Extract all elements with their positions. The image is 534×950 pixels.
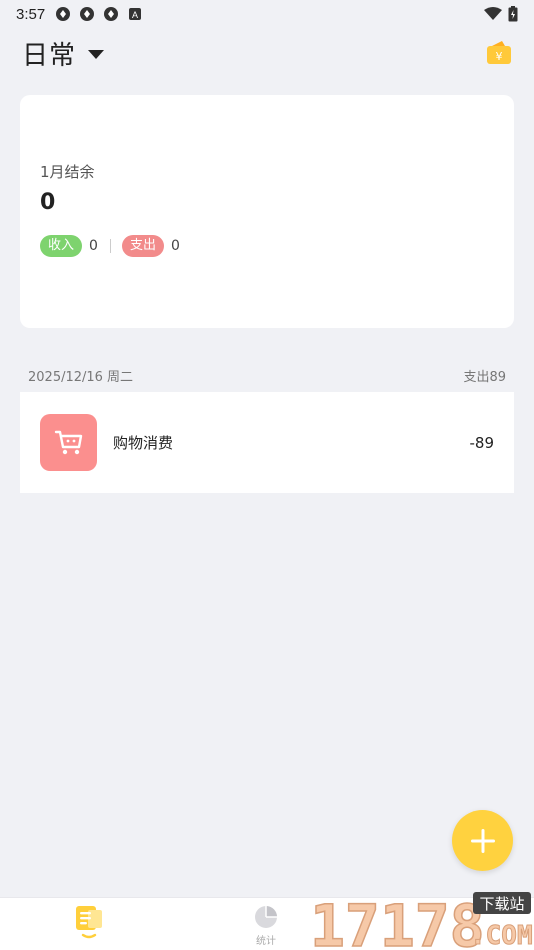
- category-icon-container: [40, 414, 97, 471]
- list-item[interactable]: 购物消费 -89: [20, 392, 514, 493]
- svg-text:17178: 17178: [310, 892, 485, 950]
- book-selector-title[interactable]: 日常: [22, 35, 76, 72]
- tab-stats[interactable]: 统计: [226, 904, 306, 947]
- wifi-icon: [484, 7, 502, 20]
- status-time: 3:57: [16, 5, 46, 23]
- svg-text:下载站: 下载站: [479, 895, 524, 913]
- summary-label: 1月结余: [40, 163, 95, 181]
- divider: [109, 239, 111, 253]
- wallet-icon[interactable]: ¥: [486, 40, 512, 66]
- app-notification-icon: [80, 7, 95, 21]
- app-notification-icon: [56, 7, 71, 21]
- pie-chart-icon: [255, 906, 277, 928]
- shopping-cart-icon: [54, 430, 82, 454]
- svg-text:¥: ¥: [496, 50, 503, 63]
- monthly-summary-card: 1月结余 0 收入 0 支出 0: [20, 95, 514, 328]
- battery-icon: [508, 6, 518, 22]
- app-notification-icon: [104, 7, 119, 21]
- expense-badge: 支出: [121, 235, 164, 257]
- day-date: 2025/12/16 周二: [28, 369, 134, 385]
- svg-text:A: A: [132, 10, 138, 20]
- day-total: 支出89: [463, 369, 506, 385]
- a-badge-icon: A: [129, 8, 142, 20]
- income-value: 0: [89, 238, 98, 254]
- record-category: 购物消费: [113, 434, 174, 452]
- tab-stats-label: 统计: [256, 936, 276, 947]
- record-amount: -89: [469, 433, 495, 452]
- add-record-button[interactable]: [452, 810, 513, 871]
- header: 日常 ¥: [0, 30, 534, 76]
- income-badge: 收入: [40, 235, 83, 257]
- watermark-logo: 17178 下载站 .COM: [310, 891, 533, 950]
- status-bar: 3:57 A: [0, 0, 534, 28]
- day-group-header: 2025/12/16 周二 支出89: [28, 364, 506, 386]
- expense-value: 0: [170, 238, 180, 254]
- ledger-icon: [76, 906, 102, 939]
- caret-down-icon[interactable]: [88, 49, 105, 59]
- tab-ledger[interactable]: [49, 904, 129, 940]
- balance-value: 0: [40, 190, 56, 215]
- plus-icon: [470, 828, 495, 853]
- income-expense-row: 收入 0 支出 0: [40, 235, 494, 257]
- svg-text:.COM: .COM: [470, 921, 533, 950]
